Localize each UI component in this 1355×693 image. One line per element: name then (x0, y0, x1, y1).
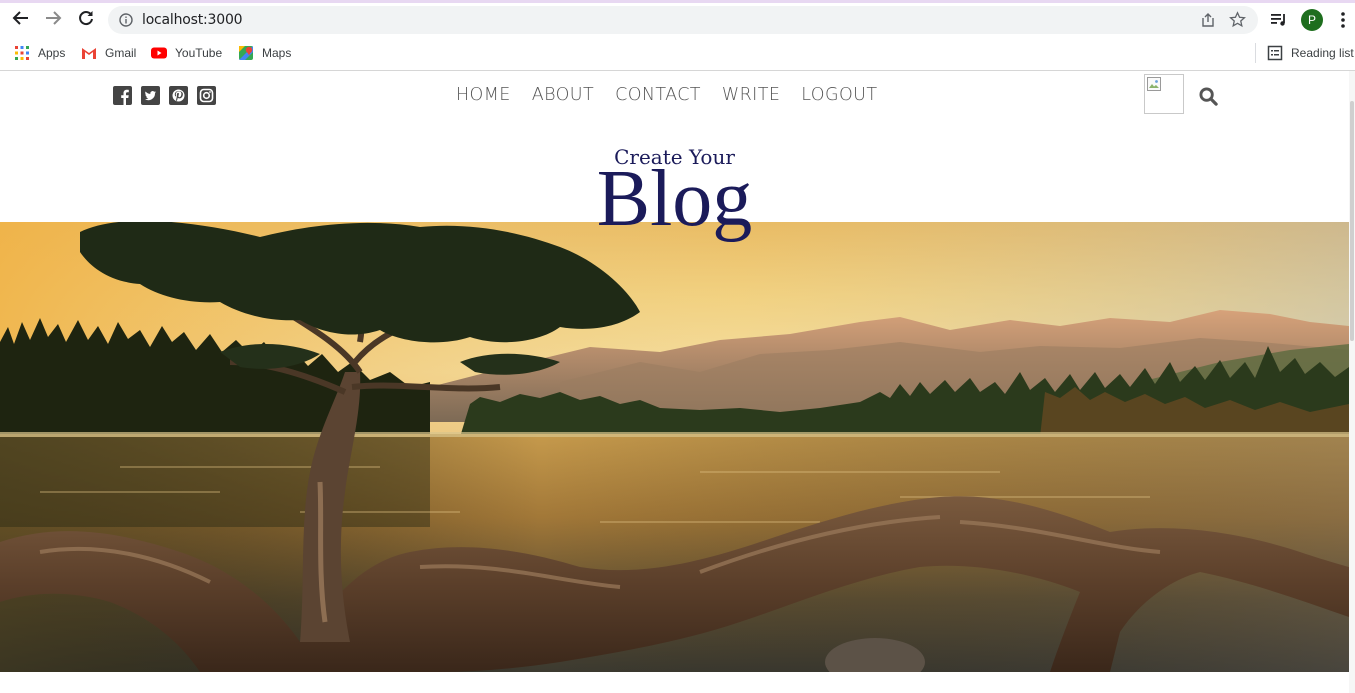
address-bar[interactable]: localhost:3000 (108, 6, 1258, 34)
reload-icon (79, 11, 93, 26)
arrow-right-icon (46, 11, 62, 25)
pinterest-icon[interactable] (169, 86, 188, 105)
media-control-button[interactable] (1268, 6, 1290, 34)
bookmark-label: Gmail (105, 46, 137, 60)
broken-image-icon (1147, 77, 1161, 91)
nav-home[interactable]: HOME (456, 85, 511, 105)
nav-logout[interactable]: LOGOUT (801, 85, 877, 105)
arrow-left-icon (12, 11, 28, 25)
bookmark-star-icon[interactable] (1229, 11, 1246, 28)
menu-button[interactable] (1335, 6, 1351, 34)
nav-write[interactable]: WRITE (722, 85, 780, 105)
bookmarks-bar: Apps Gmail YouTube Maps Reading list (0, 37, 1355, 71)
reading-list-icon (1267, 45, 1283, 61)
twitter-icon[interactable] (141, 86, 160, 105)
facebook-icon[interactable] (113, 86, 132, 105)
playlist-icon (1271, 14, 1285, 26)
bookmark-label: Apps (38, 46, 66, 60)
bookmark-gmail[interactable]: Gmail (81, 44, 136, 62)
top-nav-menu: HOME ABOUT CONTACT WRITE LOGOUT (456, 85, 877, 105)
more-vert-icon (1341, 12, 1345, 28)
social-links (113, 86, 216, 105)
header-image (0, 222, 1349, 672)
bookmark-maps[interactable]: Maps (238, 44, 291, 62)
url-text: localhost:3000 (142, 12, 243, 28)
profile-button[interactable]: P (1300, 6, 1324, 34)
browser-toolbar: localhost:3000 P (0, 3, 1355, 37)
nav-contact[interactable]: CONTACT (615, 85, 701, 105)
bookmark-label: Maps (262, 46, 292, 60)
gmail-icon (82, 48, 96, 59)
avatar: P (1301, 9, 1323, 31)
maps-icon (239, 46, 253, 60)
forward-button[interactable] (40, 5, 66, 31)
bookmark-label: YouTube (175, 46, 223, 60)
page-scrollbar[interactable] (1349, 71, 1355, 693)
reading-list-label: Reading list (1291, 46, 1354, 60)
back-button[interactable] (8, 5, 34, 31)
search-icon[interactable] (1199, 87, 1218, 106)
apps-grid-icon (15, 46, 29, 60)
share-icon[interactable] (1200, 12, 1216, 28)
bookmark-apps[interactable]: Apps (14, 44, 65, 62)
scrollbar-thumb[interactable] (1350, 101, 1354, 341)
bookmark-youtube[interactable]: YouTube (151, 44, 222, 62)
bookmarks-divider (1255, 43, 1256, 63)
web-page: HOME ABOUT CONTACT WRITE LOGOUT Create Y… (0, 71, 1349, 693)
nav-about[interactable]: ABOUT (532, 85, 594, 105)
header-title: Blog (596, 155, 753, 243)
instagram-icon[interactable] (197, 86, 216, 105)
reading-list-button[interactable]: Reading list (1267, 44, 1354, 62)
info-icon[interactable] (119, 13, 133, 27)
reload-button[interactable] (73, 5, 99, 31)
profile-image-placeholder[interactable] (1144, 74, 1184, 114)
lake-landscape-image (0, 222, 1349, 672)
youtube-icon (151, 47, 167, 59)
